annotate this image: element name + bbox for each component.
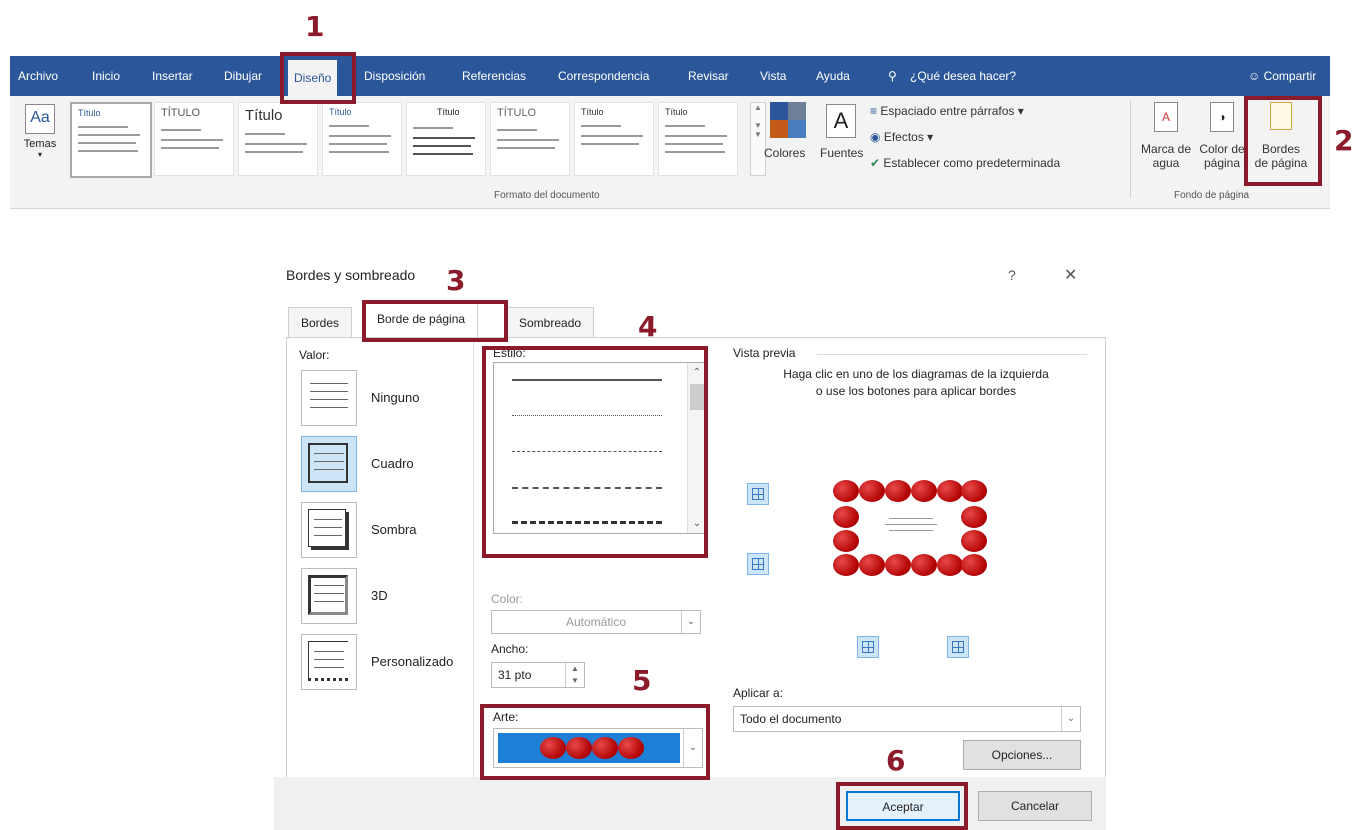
style-set-item[interactable]: Título: [574, 102, 654, 176]
highlight-box-5: [480, 704, 710, 780]
tab-vista[interactable]: Vista: [760, 56, 786, 96]
setting-custom-label[interactable]: Personalizado: [371, 654, 453, 669]
ribbon-design-panel: Aa Temas ▾ Título TÍTULO Título Título T…: [10, 96, 1330, 209]
width-spinner[interactable]: 31 pto ▲ ▼: [491, 662, 585, 688]
spinner-arrows-icon[interactable]: ▲ ▼: [565, 663, 584, 687]
ribbon-tab-bar: Archivo Inicio Insertar Dibujar Diseño D…: [10, 56, 1330, 96]
tab-sombreado[interactable]: Sombreado: [506, 307, 595, 338]
color-dropdown[interactable]: Automático ⌄: [491, 610, 701, 634]
chevron-down-icon: ▾: [37, 150, 42, 159]
setting-box-label[interactable]: Cuadro: [371, 456, 414, 471]
tab-correspondencia[interactable]: Correspondencia: [558, 56, 649, 96]
setting-shadow-label[interactable]: Sombra: [371, 522, 417, 537]
themes-icon: Aa: [25, 104, 55, 134]
tab-bordes[interactable]: Bordes: [288, 307, 353, 338]
bottom-border-button[interactable]: [747, 553, 769, 575]
style-set-item[interactable]: TÍTULO: [490, 102, 570, 176]
annotation-number-6: 6: [886, 744, 906, 777]
page-background-group-label: Fondo de página: [1174, 190, 1250, 201]
tab-disposicion[interactable]: Disposición: [364, 56, 425, 96]
highlight-box-1: [280, 52, 356, 104]
person-icon: ☺: [1248, 69, 1264, 83]
annotation-number-3: 3: [446, 264, 466, 297]
annotation-number-5: 5: [632, 664, 652, 697]
highlight-box-4: [482, 346, 708, 558]
tab-ayuda[interactable]: Ayuda: [816, 56, 850, 96]
chevron-down-icon: ⌄: [1061, 707, 1080, 731]
color-label: Color:: [491, 592, 524, 606]
group-divider: [1130, 100, 1131, 198]
paragraph-spacing-button[interactable]: ≡ Espaciado entre párrafos ▾: [870, 104, 1024, 118]
highlight-box-6: [836, 782, 968, 830]
width-label: Ancho:: [491, 642, 529, 656]
fonts-button[interactable]: Fuentes: [820, 146, 863, 160]
watermark-button[interactable]: A Marca de agua: [1140, 102, 1192, 170]
apply-to-dropdown[interactable]: Todo el documento ⌄: [733, 706, 1081, 732]
dialog-title: Bordes y sombreado: [286, 267, 416, 283]
watermark-icon: A: [1154, 102, 1178, 132]
tab-dibujar[interactable]: Dibujar: [224, 56, 262, 96]
annotation-number-1: 1: [305, 10, 325, 43]
effects-button[interactable]: ◉ Efectos ▾: [870, 130, 933, 144]
help-button[interactable]: ?: [1008, 267, 1016, 283]
check-icon: ✔: [870, 156, 884, 170]
paint-bucket-icon: ◑: [1210, 102, 1234, 132]
tell-me-search[interactable]: ¿Qué desea hacer?: [910, 56, 1016, 96]
set-default-button[interactable]: ✔ Establecer como predeterminada: [870, 156, 1060, 170]
tab-archivo[interactable]: Archivo: [18, 56, 58, 96]
themes-button[interactable]: Aa Temas ▾: [18, 102, 62, 182]
setting-3d-label[interactable]: 3D: [371, 588, 388, 603]
style-set-item[interactable]: Título: [238, 102, 318, 176]
border-preview-page[interactable]: [827, 460, 991, 586]
valor-label: Valor:: [299, 348, 330, 362]
style-set-item[interactable]: Título: [322, 102, 402, 176]
setting-shadow-icon[interactable]: [301, 502, 357, 558]
tab-inicio[interactable]: Inicio: [92, 56, 120, 96]
setting-custom-icon[interactable]: [301, 634, 357, 690]
options-button[interactable]: Opciones...: [963, 740, 1081, 770]
left-border-button[interactable]: [857, 636, 879, 658]
dialog-footer: Aceptar Cancelar: [274, 777, 1106, 830]
setting-3d-icon[interactable]: [301, 568, 357, 624]
setting-none-label[interactable]: Ninguno: [371, 390, 419, 405]
tab-insertar[interactable]: Insertar: [152, 56, 193, 96]
highlight-box-3: [362, 300, 508, 342]
fonts-icon: A: [826, 104, 856, 138]
share-button[interactable]: ☺ Compartir: [1248, 56, 1316, 96]
style-set-item[interactable]: Título: [70, 102, 152, 178]
annotation-number-4: 4: [638, 310, 658, 343]
highlight-box-2: [1244, 96, 1322, 186]
setting-box-icon[interactable]: [301, 436, 357, 492]
style-set-item[interactable]: Título: [658, 102, 738, 176]
tab-referencias[interactable]: Referencias: [462, 56, 526, 96]
preview-hint: Haga clic en uno de los diagramas de la …: [783, 367, 1049, 398]
cancel-button[interactable]: Cancelar: [978, 791, 1092, 821]
style-set-item[interactable]: TÍTULO: [154, 102, 234, 176]
top-border-button[interactable]: [747, 483, 769, 505]
close-icon[interactable]: ✕: [1064, 265, 1077, 285]
right-border-button[interactable]: [947, 636, 969, 658]
preview-label: Vista previa: [733, 346, 796, 360]
annotation-number-2: 2: [1334, 124, 1354, 157]
colors-button[interactable]: Colores: [764, 146, 805, 160]
style-set-gallery: Título TÍTULO Título Título Título TÍTUL…: [70, 102, 746, 178]
document-format-group-label: Formato del documento: [494, 190, 600, 201]
style-set-item[interactable]: Título: [406, 102, 486, 176]
gallery-scroll[interactable]: ▲ ▼ ▼: [750, 102, 766, 176]
themes-label: Temas: [23, 138, 57, 150]
colors-icon: [770, 102, 806, 138]
setting-none-icon[interactable]: [301, 370, 357, 426]
effects-icon: ◉: [870, 130, 884, 144]
spacing-icon: ≡: [870, 104, 881, 118]
apply-to-label: Aplicar a:: [733, 686, 784, 700]
column-divider: [473, 338, 474, 778]
page-color-button[interactable]: ◑ Color de página: [1196, 102, 1248, 170]
tab-revisar[interactable]: Revisar: [688, 56, 729, 96]
lightbulb-icon: ⚲: [888, 69, 897, 83]
chevron-down-icon: ⌄: [681, 611, 700, 633]
preview-divider: [817, 354, 1087, 355]
